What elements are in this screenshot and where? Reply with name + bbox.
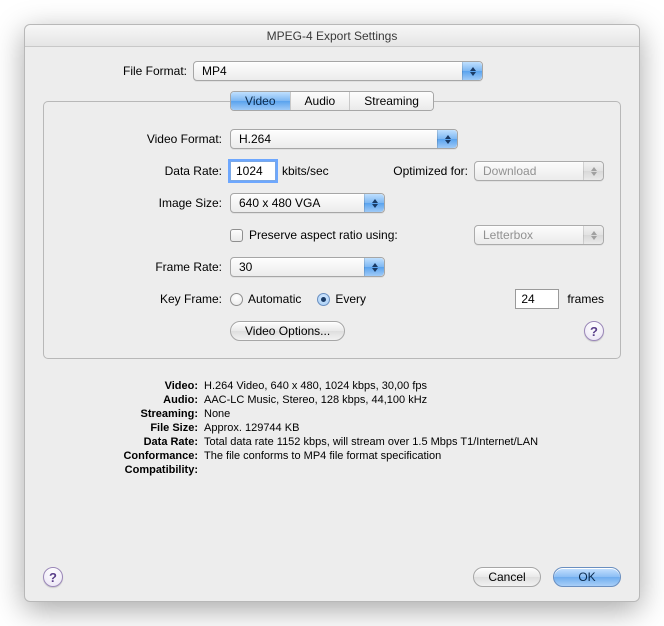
tab-audio[interactable]: Audio	[291, 92, 351, 110]
help-icon[interactable]: ?	[43, 567, 63, 587]
video-options-button[interactable]: Video Options...	[230, 321, 345, 341]
video-pane: Video Format: H.264 Data Rate: kbits/sec…	[43, 101, 621, 359]
data-rate-unit: kbits/sec	[282, 164, 329, 178]
preserve-mode-select[interactable]: Letterbox	[474, 225, 604, 245]
summary-datarate-value: Total data rate 1152 kbps, will stream o…	[204, 435, 605, 449]
chevrons-icon	[364, 194, 384, 212]
summary-audio-key: Audio:	[59, 393, 204, 407]
summary-video-key: Video:	[59, 379, 204, 393]
video-format-value: H.264	[239, 132, 271, 146]
tab-video[interactable]: Video	[231, 92, 290, 110]
export-summary: Video:H.264 Video, 640 x 480, 1024 kbps,…	[43, 379, 621, 477]
tab-bar: Video Audio Streaming	[230, 91, 434, 111]
chevrons-icon	[583, 162, 603, 180]
summary-video-value: H.264 Video, 640 x 480, 1024 kbps, 30,00…	[204, 379, 605, 393]
preserve-aspect-label: Preserve aspect ratio using:	[249, 228, 398, 242]
preserve-mode-value: Letterbox	[483, 228, 533, 242]
window-title: MPEG-4 Export Settings	[25, 25, 639, 47]
summary-conformance-value: The file conforms to MP4 file format spe…	[204, 449, 605, 463]
optimized-for-select[interactable]: Download	[474, 161, 604, 181]
key-frame-automatic-radio[interactable]: Automatic	[230, 292, 301, 306]
file-format-label: File Format:	[43, 64, 193, 78]
chevrons-icon	[437, 130, 457, 148]
frame-rate-value: 30	[239, 260, 252, 274]
optimized-for-value: Download	[483, 164, 536, 178]
summary-compat-key: Compatibility:	[59, 463, 204, 477]
image-size-value: 640 x 480 VGA	[239, 196, 320, 210]
summary-datarate-key: Data Rate:	[59, 435, 204, 449]
key-frame-every-radio[interactable]: Every	[317, 292, 366, 306]
summary-conformance-key: Conformance:	[59, 449, 204, 463]
radio-icon	[317, 293, 330, 306]
cancel-button[interactable]: Cancel	[473, 567, 541, 587]
summary-streaming-key: Streaming:	[59, 407, 204, 421]
chevrons-icon	[462, 62, 482, 80]
preserve-aspect-checkbox[interactable]: Preserve aspect ratio using:	[230, 228, 398, 242]
frame-rate-select[interactable]: 30	[230, 257, 385, 277]
key-frame-unit: frames	[567, 292, 604, 306]
tab-streaming[interactable]: Streaming	[350, 92, 433, 110]
checkbox-icon	[230, 229, 243, 242]
key-frame-every-label: Every	[335, 292, 366, 306]
image-size-select[interactable]: 640 x 480 VGA	[230, 193, 385, 213]
file-format-select[interactable]: MP4	[193, 61, 483, 81]
data-rate-input[interactable]	[230, 161, 276, 181]
summary-filesize-key: File Size:	[59, 421, 204, 435]
chevrons-icon	[364, 258, 384, 276]
frame-rate-label: Frame Rate:	[60, 260, 230, 274]
image-size-label: Image Size:	[60, 196, 230, 210]
key-frame-value-input[interactable]	[515, 289, 559, 309]
chevrons-icon	[583, 226, 603, 244]
optimized-for-label: Optimized for:	[393, 164, 474, 178]
key-frame-automatic-label: Automatic	[248, 292, 301, 306]
summary-compat-value	[204, 463, 605, 477]
summary-audio-value: AAC-LC Music, Stereo, 128 kbps, 44,100 k…	[204, 393, 605, 407]
video-format-label: Video Format:	[60, 132, 230, 146]
summary-filesize-value: Approx. 129744 KB	[204, 421, 605, 435]
file-format-value: MP4	[202, 64, 227, 78]
key-frame-label: Key Frame:	[60, 292, 230, 306]
summary-streaming-value: None	[204, 407, 605, 421]
help-icon[interactable]: ?	[584, 321, 604, 341]
radio-icon	[230, 293, 243, 306]
data-rate-label: Data Rate:	[60, 164, 230, 178]
video-format-select[interactable]: H.264	[230, 129, 458, 149]
ok-button[interactable]: OK	[553, 567, 621, 587]
export-settings-sheet: MPEG-4 Export Settings File Format: MP4 …	[24, 24, 640, 602]
